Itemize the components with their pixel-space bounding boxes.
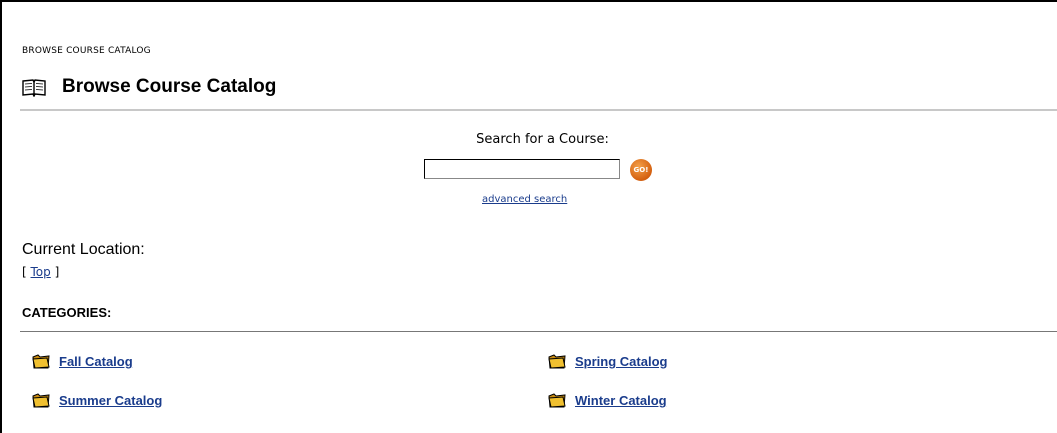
category-link-fall[interactable]: Fall Catalog (59, 354, 133, 369)
folder-icon (548, 354, 566, 369)
search-label: Search for a Course: (476, 132, 609, 147)
category-item-spring[interactable]: Spring Catalog (548, 354, 667, 369)
page-title: Browse Course Catalog (62, 76, 277, 97)
page-frame (0, 0, 1057, 433)
categories-heading: CATEGORIES: (22, 305, 112, 320)
advanced-search-link[interactable]: advanced search (482, 194, 567, 205)
location-open-bracket: [ (22, 265, 27, 279)
location-close-bracket: ] (54, 265, 60, 279)
category-link-spring[interactable]: Spring Catalog (575, 354, 667, 369)
folder-icon (32, 393, 50, 408)
category-item-summer[interactable]: Summer Catalog (32, 393, 162, 408)
category-item-winter[interactable]: Winter Catalog (548, 393, 667, 408)
current-location-label: Current Location: (22, 241, 145, 258)
location-path: [ Top ] (22, 265, 59, 279)
search-input[interactable] (424, 159, 620, 179)
categories-divider (20, 331, 1057, 332)
folder-icon (32, 354, 50, 369)
book-icon (22, 78, 46, 97)
go-button[interactable]: GO! (630, 159, 652, 181)
folder-icon (548, 393, 566, 408)
top-link[interactable]: Top (31, 265, 51, 279)
title-divider (20, 109, 1057, 111)
breadcrumb: BROWSE COURSE CATALOG (22, 46, 151, 56)
category-link-winter[interactable]: Winter Catalog (575, 393, 667, 408)
category-link-summer[interactable]: Summer Catalog (59, 393, 162, 408)
category-item-fall[interactable]: Fall Catalog (32, 354, 133, 369)
page-header: Browse Course Catalog (22, 76, 276, 98)
